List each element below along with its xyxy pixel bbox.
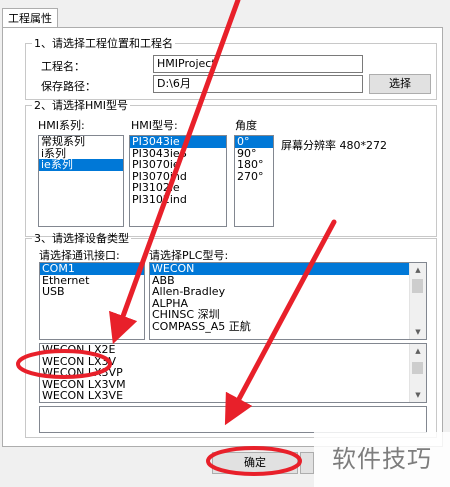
watermark: 软件技巧 [314, 432, 450, 487]
tab-bar: 工程属性 [0, 0, 450, 28]
list-item[interactable]: WECON [150, 263, 410, 275]
list-item[interactable]: WECON LX3VP [40, 367, 426, 379]
list-item[interactable]: 0° [235, 136, 273, 148]
scroll-thumb[interactable] [412, 279, 423, 293]
browse-button[interactable]: 选择 [369, 74, 431, 94]
ok-button[interactable]: 确定 [212, 452, 298, 474]
hmi-model-list[interactable]: PI3043ie PI3043ieS PI3070ie PI3070ind PI… [129, 135, 227, 227]
scroll-up-icon[interactable]: ▲ [410, 344, 426, 358]
scroll-down-icon[interactable]: ▼ [410, 325, 426, 339]
list-item[interactable]: PI3070ie [130, 159, 226, 171]
resolution-label: 屏幕分辨率 480*272 [281, 139, 387, 152]
scroll-thumb[interactable] [412, 362, 423, 374]
plc-list-scrollbar[interactable]: ▲ ▼ [409, 263, 426, 339]
list-item[interactable]: COM1 [40, 263, 144, 275]
list-item[interactable]: Allen-Bradley [150, 286, 426, 298]
list-item[interactable]: PI3102ind [130, 193, 226, 206]
section-title: 2、请选择HMI型号 [34, 99, 129, 112]
tab-project-properties[interactable]: 工程属性 [2, 8, 58, 28]
hmi-series-label: HMI系列: [38, 119, 85, 132]
subtype-list-scrollbar[interactable]: ▲ ▼ [409, 344, 426, 402]
properties-panel: 1、请选择工程位置和工程名 工程名： HMIProject 保存路径： D:\6… [2, 27, 443, 447]
project-name-label: 工程名： [41, 60, 85, 73]
hmi-series-list[interactable]: 常规系列 i系列 ie系列 [38, 135, 124, 227]
list-item[interactable]: WECON LX2E [40, 344, 426, 356]
angle-label: 角度 [235, 119, 257, 132]
save-path-input[interactable]: D:\6月 [153, 75, 363, 93]
description-box [39, 406, 427, 433]
secondary-button[interactable] [300, 452, 314, 474]
scroll-up-icon[interactable]: ▲ [410, 263, 426, 277]
list-item[interactable]: CHINSC 深圳 [150, 309, 426, 321]
scroll-down-icon[interactable]: ▼ [410, 388, 426, 402]
section-title: 3、请选择设备类型 [34, 232, 129, 245]
angle-list[interactable]: 0° 90° 180° 270° [234, 135, 274, 227]
list-item[interactable]: COMPASS_A5 正航 [150, 320, 426, 333]
hmi-model-label: HMI型号: [131, 119, 178, 132]
port-label: 请选择通讯接口: [39, 249, 120, 262]
list-item[interactable]: PI3102ie [130, 182, 226, 194]
save-path-label: 保存路径： [41, 80, 96, 93]
project-name-input[interactable]: HMIProject [153, 55, 363, 73]
plc-subtype-list[interactable]: WECON LX2E WECON LX3V WECON LX3VP WECON … [39, 343, 427, 403]
list-item[interactable]: ie系列 [39, 159, 123, 171]
list-item[interactable]: 180° [235, 159, 273, 171]
list-item[interactable]: 常规系列 [39, 136, 123, 148]
list-item[interactable]: PI3043ie [130, 136, 226, 148]
list-item[interactable]: 270° [235, 170, 273, 183]
plc-list[interactable]: WECON ABB Allen-Bradley ALPHA CHINSC 深圳 … [149, 262, 427, 340]
port-list[interactable]: COM1 Ethernet USB [39, 262, 145, 340]
section-title: 1、请选择工程位置和工程名 [34, 37, 173, 50]
plc-label: 请选择PLC型号: [149, 249, 229, 262]
list-item[interactable]: USB [40, 286, 144, 298]
list-item[interactable]: WECON LX3VE [40, 390, 426, 402]
